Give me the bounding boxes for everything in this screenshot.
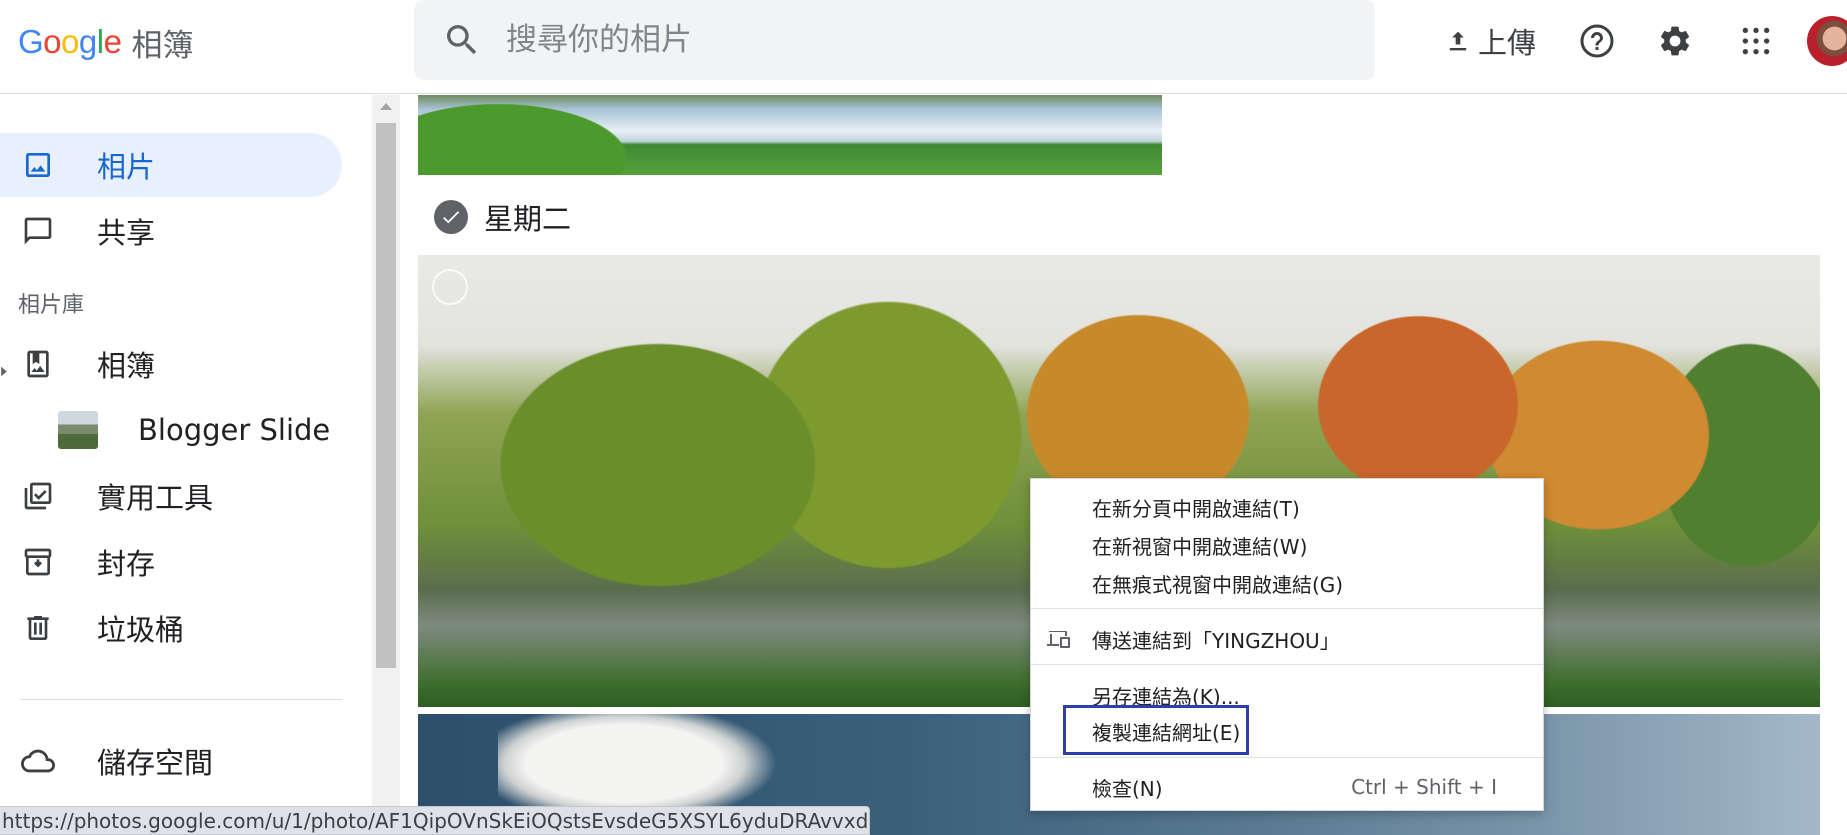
upload-icon: [1449, 31, 1467, 51]
sidebar-item-label: Blogger Slide: [138, 413, 331, 447]
photo-icon: [20, 147, 56, 183]
sidebar-item-photos[interactable]: 相片: [0, 133, 342, 197]
sidebar-item-label: 相簿: [97, 349, 156, 383]
google-wordmark: Google: [18, 23, 122, 60]
select-day-checkbox[interactable]: [434, 200, 468, 234]
gear-icon: [1660, 26, 1690, 56]
sidebar-item-blogger-slide[interactable]: Blogger Slide: [0, 398, 342, 462]
account-avatar[interactable]: [1807, 16, 1847, 66]
context-menu: 在新分頁中開啟連結(T) 在新視窗中開啟連結(W) 在無痕式視窗中開啟連結(G)…: [1030, 478, 1544, 811]
sidebar-item-sharing[interactable]: 共享: [0, 199, 342, 263]
menu-item-label: 在新視窗中開啟連結(W): [1092, 534, 1308, 559]
sidebar-item-albums[interactable]: 相簿: [0, 332, 342, 396]
help-icon: [1580, 24, 1614, 58]
chat-bubble-icon: [20, 213, 56, 249]
menu-item-label: 檢查(N): [1092, 776, 1163, 801]
devices-icon: [1047, 631, 1070, 648]
menu-separator: [1031, 757, 1543, 758]
search-input[interactable]: [506, 22, 1306, 58]
product-name: 相簿: [131, 27, 194, 64]
app-header: Google 相簿 上傳: [0, 0, 1847, 94]
link-status-bar: https://photos.google.com/u/1/photo/AF1Q…: [0, 806, 870, 835]
menu-item-label: 在新分頁中開啟連結(T): [1092, 496, 1300, 521]
sidebar-item-label: 垃圾桶: [97, 613, 185, 647]
sidebar-item-utilities[interactable]: 實用工具: [0, 464, 342, 528]
album-icon: [20, 346, 56, 382]
trash-icon: [20, 610, 56, 646]
photo-thumbnail[interactable]: [418, 95, 1162, 175]
sidebar-item-label: 相片: [97, 150, 156, 184]
search-icon[interactable]: [442, 20, 482, 60]
highlight-box: [1063, 705, 1249, 755]
menu-item-shortcut: Ctrl + Shift + I: [1351, 775, 1497, 799]
sidebar-scrollbar[interactable]: [372, 95, 400, 835]
sidebar-item-label: 共享: [97, 216, 156, 250]
sidebar-item-label: 儲存空間: [97, 746, 214, 780]
help-button[interactable]: [1574, 18, 1620, 64]
search-bar[interactable]: [414, 0, 1375, 80]
upload-label: 上傳: [1477, 26, 1536, 60]
select-photo-checkbox[interactable]: [432, 269, 468, 305]
sidebar-item-archive[interactable]: 封存: [0, 530, 342, 594]
sidebar-item-trash[interactable]: 垃圾桶: [0, 596, 342, 660]
settings-button[interactable]: [1652, 18, 1698, 64]
apps-grid-icon: [1742, 27, 1770, 55]
sidebar-item-label: 實用工具: [97, 481, 214, 515]
scroll-thumb[interactable]: [376, 123, 396, 668]
menu-item-label: 在無痕式視窗中開啟連結(G): [1092, 572, 1344, 597]
archive-icon: [20, 544, 56, 580]
menu-separator: [1031, 664, 1543, 665]
cloud-icon: [20, 743, 56, 779]
menu-item-send-to-device[interactable]: 傳送連結到「YINGZHOU」: [1031, 621, 1543, 657]
menu-item-label: 傳送連結到「YINGZHOU」: [1092, 628, 1340, 653]
menu-item-open-new-tab[interactable]: 在新分頁中開啟連結(T): [1031, 489, 1543, 525]
date-label: 星期二: [484, 202, 572, 236]
upload-button[interactable]: 上傳: [1440, 18, 1540, 64]
utilities-icon: [20, 478, 56, 514]
sidebar-item-storage[interactable]: 儲存空間: [0, 729, 342, 793]
apps-button[interactable]: [1733, 18, 1779, 64]
menu-item-open-incognito[interactable]: 在無痕式視窗中開啟連結(G): [1031, 565, 1543, 601]
menu-item-inspect[interactable]: 檢查(N) Ctrl + Shift + I: [1031, 769, 1543, 805]
check-icon: [443, 211, 460, 224]
sidebar: 相片 共享 相片庫 相簿 Blogger Slide 實用工具 封存 垃圾桶 儲…: [0, 95, 372, 835]
sidebar-divider: [20, 699, 342, 700]
google-photos-logo[interactable]: Google 相簿: [18, 20, 193, 64]
library-section-label: 相片庫: [18, 293, 85, 318]
album-thumbnail: [58, 411, 98, 449]
sidebar-item-label: 封存: [97, 547, 156, 581]
date-group-header: 星期二: [434, 197, 571, 237]
menu-separator: [1031, 608, 1543, 609]
scroll-up-arrow-icon[interactable]: [380, 103, 392, 110]
menu-item-open-new-window[interactable]: 在新視窗中開啟連結(W): [1031, 527, 1543, 563]
